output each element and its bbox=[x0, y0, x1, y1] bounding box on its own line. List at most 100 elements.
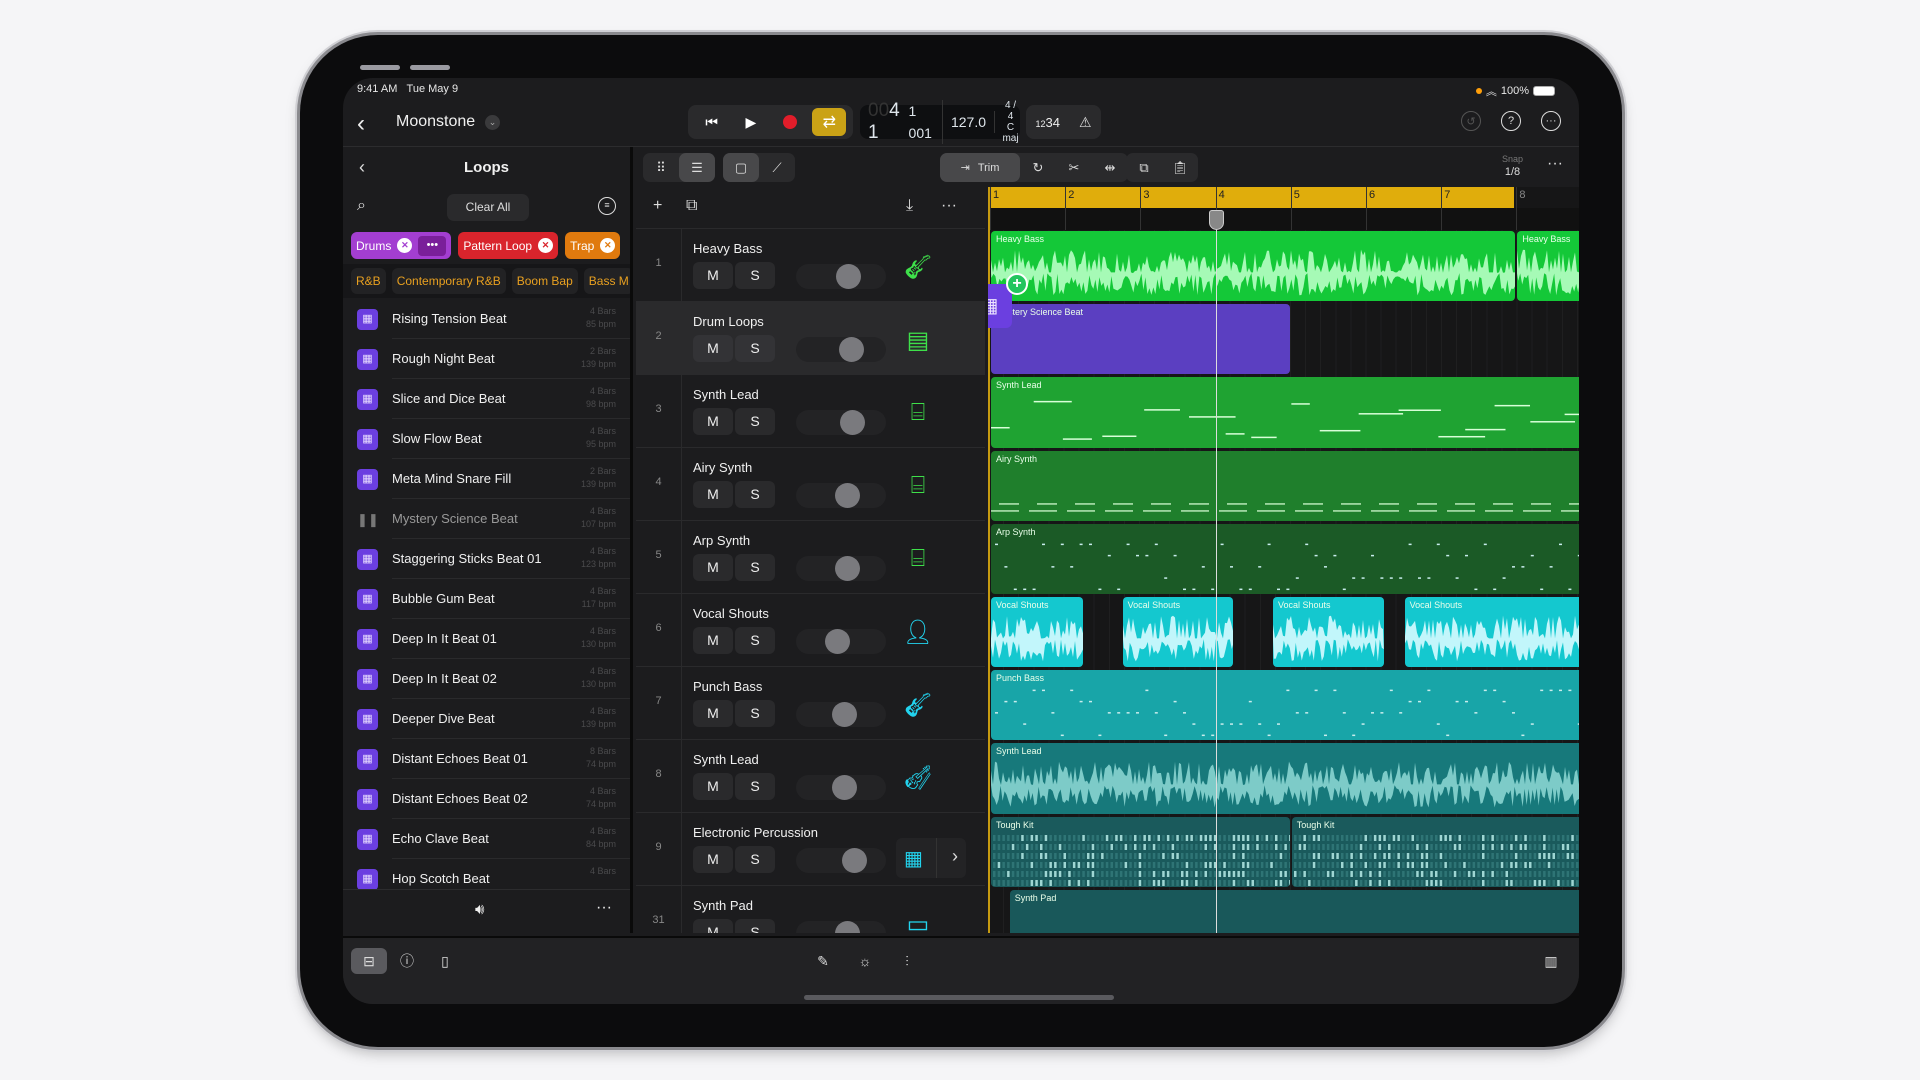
region[interactable]: Arp Synth bbox=[991, 523, 1579, 594]
volume-knob[interactable] bbox=[825, 629, 850, 654]
region[interactable]: Tough Kit bbox=[991, 816, 1290, 887]
help-icon[interactable]: ? bbox=[1501, 111, 1521, 131]
instrument-button[interactable]: 👤︎ bbox=[898, 612, 938, 652]
count-in-button[interactable]: 1234 bbox=[1035, 115, 1059, 130]
loop-item[interactable]: ❚❚ Mystery Science Beat 4 Bars 107 bpm bbox=[343, 499, 630, 539]
remove-filter-icon[interactable]: ✕ bbox=[397, 238, 413, 253]
track-name[interactable]: Synth Lead bbox=[693, 387, 759, 402]
loop-tool-button[interactable]: ↻ bbox=[1020, 153, 1056, 182]
region[interactable]: Heavy Bass bbox=[1517, 231, 1579, 302]
loop-item[interactable]: ▦ Slow Flow Beat 4 Bars 95 bpm bbox=[343, 419, 630, 459]
track-header[interactable]: 3 Synth Lead M S ⌸ bbox=[636, 375, 985, 448]
volume-slider[interactable] bbox=[796, 921, 886, 933]
volume-slider[interactable] bbox=[796, 556, 886, 581]
solo-button[interactable]: S bbox=[735, 262, 775, 289]
volume-slider[interactable] bbox=[796, 629, 886, 654]
mute-button[interactable]: M bbox=[693, 846, 733, 873]
tracks-view-button[interactable]: ☰ bbox=[679, 153, 715, 182]
instrument-button[interactable]: 🎻︎ bbox=[898, 758, 938, 798]
loop-list[interactable]: ▦ Rising Tension Beat 4 Bars 85 bpm ▦ Rough N… bbox=[343, 299, 630, 889]
track-name[interactable]: Airy Synth bbox=[693, 460, 752, 475]
region[interactable]: Synth Lead bbox=[991, 377, 1579, 448]
cycle-range[interactable] bbox=[988, 187, 1515, 208]
chevron-down-icon[interactable]: ⌄ bbox=[485, 115, 500, 130]
pencil-button[interactable]: ✎ bbox=[805, 948, 841, 974]
solo-button[interactable]: S bbox=[735, 335, 775, 362]
region[interactable]: Heavy Bass bbox=[991, 231, 1516, 302]
track-name[interactable]: Synth Pad bbox=[693, 898, 753, 913]
loop-item[interactable]: ▦ Staggering Sticks Beat 01 4 Bars 123 bpm bbox=[343, 539, 630, 579]
region[interactable]: Vocal Shouts bbox=[1122, 597, 1234, 668]
loop-item[interactable]: ▦ Deeper Dive Beat 4 Bars 139 bpm bbox=[343, 699, 630, 739]
solo-button[interactable]: S bbox=[735, 627, 775, 654]
mute-button[interactable]: M bbox=[693, 481, 733, 508]
volume-knob[interactable] bbox=[832, 702, 857, 727]
mute-button[interactable]: M bbox=[693, 335, 733, 362]
more-icon[interactable]: ··· bbox=[1541, 111, 1561, 131]
track-header[interactable]: 2 Drum Loops M S ▤ bbox=[636, 302, 985, 375]
volume-knob[interactable] bbox=[835, 483, 860, 508]
region[interactable]: Tough Kit bbox=[1291, 816, 1579, 887]
solo-button[interactable]: S bbox=[735, 408, 775, 435]
volume-knob[interactable] bbox=[839, 337, 864, 362]
track-name[interactable]: Punch Bass bbox=[693, 679, 762, 694]
project-title[interactable]: Moonstone bbox=[396, 113, 475, 131]
playhead-handle[interactable] bbox=[1208, 210, 1224, 230]
subfilter-chip[interactable]: Boom Bap bbox=[511, 268, 578, 294]
lcd-display[interactable]: 004 1 1 001 127.0 4 / 4C maj bbox=[860, 100, 1020, 144]
snap-selector[interactable]: Snap 1/8 bbox=[1502, 153, 1523, 179]
chevron-right-icon[interactable]: › bbox=[952, 846, 958, 867]
sidebar-button[interactable]: ▯ bbox=[427, 948, 463, 974]
live-loops-grid-button[interactable]: ⠿ bbox=[643, 153, 679, 182]
track-name[interactable]: Synth Lead bbox=[693, 752, 759, 767]
track-name[interactable]: Electronic Percussion bbox=[693, 825, 818, 840]
loop-item[interactable]: ▦ Echo Clave Beat 4 Bars 84 bpm bbox=[343, 819, 630, 859]
metronome-icon[interactable]: ⚠ bbox=[1079, 114, 1092, 131]
undo-icon[interactable]: ↺ bbox=[1461, 111, 1481, 131]
track-header[interactable]: 4 Airy Synth M S ⌸ bbox=[636, 448, 985, 521]
browser-button[interactable]: ⊟ bbox=[351, 948, 387, 974]
solo-button[interactable]: S bbox=[735, 700, 775, 727]
mute-button[interactable]: M bbox=[693, 554, 733, 581]
mute-button[interactable]: M bbox=[693, 408, 733, 435]
mute-button[interactable]: M bbox=[693, 627, 733, 654]
mute-button[interactable]: M bbox=[693, 919, 733, 933]
region[interactable]: Synth Lead bbox=[991, 743, 1579, 814]
volume-slider[interactable] bbox=[796, 702, 886, 727]
volume-knob[interactable] bbox=[835, 556, 860, 581]
record-button[interactable] bbox=[773, 108, 807, 136]
loop-item[interactable]: ▦ Deep In It Beat 02 4 Bars 130 bpm bbox=[343, 659, 630, 699]
volume-slider[interactable] bbox=[796, 775, 886, 800]
solo-button[interactable]: S bbox=[735, 773, 775, 800]
cycle-button[interactable]: ⇄ bbox=[812, 108, 847, 136]
instrument-button[interactable]: 🎸︎ bbox=[898, 685, 938, 725]
instrument-button[interactable]: ⌸ bbox=[898, 466, 938, 506]
track-header[interactable]: 31 Synth Pad M S ▭ bbox=[636, 886, 985, 933]
region[interactable]: Mystery Science Beat bbox=[991, 304, 1290, 375]
track-header[interactable]: 1 Heavy Bass M S 🎸︎ bbox=[636, 229, 985, 302]
solo-button[interactable]: S bbox=[735, 846, 775, 873]
search-icon[interactable]: ⌕ bbox=[357, 197, 366, 215]
back-button[interactable]: ‹ bbox=[357, 110, 377, 138]
keyboard-button[interactable]: ▥ bbox=[1533, 948, 1569, 974]
track-name[interactable]: Vocal Shouts bbox=[693, 606, 769, 621]
region[interactable]: Synth Pad bbox=[1009, 889, 1579, 933]
volume-knob[interactable] bbox=[835, 921, 860, 933]
subfilter-chip[interactable]: R&B bbox=[351, 268, 386, 294]
volume-knob[interactable] bbox=[836, 264, 861, 289]
solo-button[interactable]: S bbox=[735, 554, 775, 581]
volume-slider[interactable] bbox=[796, 264, 886, 289]
volume-knob[interactable] bbox=[840, 410, 865, 435]
mute-button[interactable]: M bbox=[693, 700, 733, 727]
toolbar-more-button[interactable]: ··· bbox=[1547, 155, 1563, 173]
track-header[interactable]: 9 Electronic Percussion M S ▦ › bbox=[636, 813, 985, 886]
instrument-button[interactable]: ⌸ bbox=[898, 393, 938, 433]
region[interactable]: Airy Synth bbox=[991, 450, 1579, 521]
region[interactable]: Vocal Shouts bbox=[991, 597, 1083, 668]
instrument-button[interactable]: ⌸ bbox=[898, 539, 938, 579]
loops-more-button[interactable]: ··· bbox=[596, 899, 612, 917]
volume-slider[interactable] bbox=[796, 337, 886, 362]
smart-controls-button[interactable]: ☼ bbox=[847, 948, 883, 974]
region[interactable]: Vocal Shouts bbox=[1273, 597, 1384, 668]
subfilter-chip[interactable]: Bass M bbox=[583, 268, 630, 294]
